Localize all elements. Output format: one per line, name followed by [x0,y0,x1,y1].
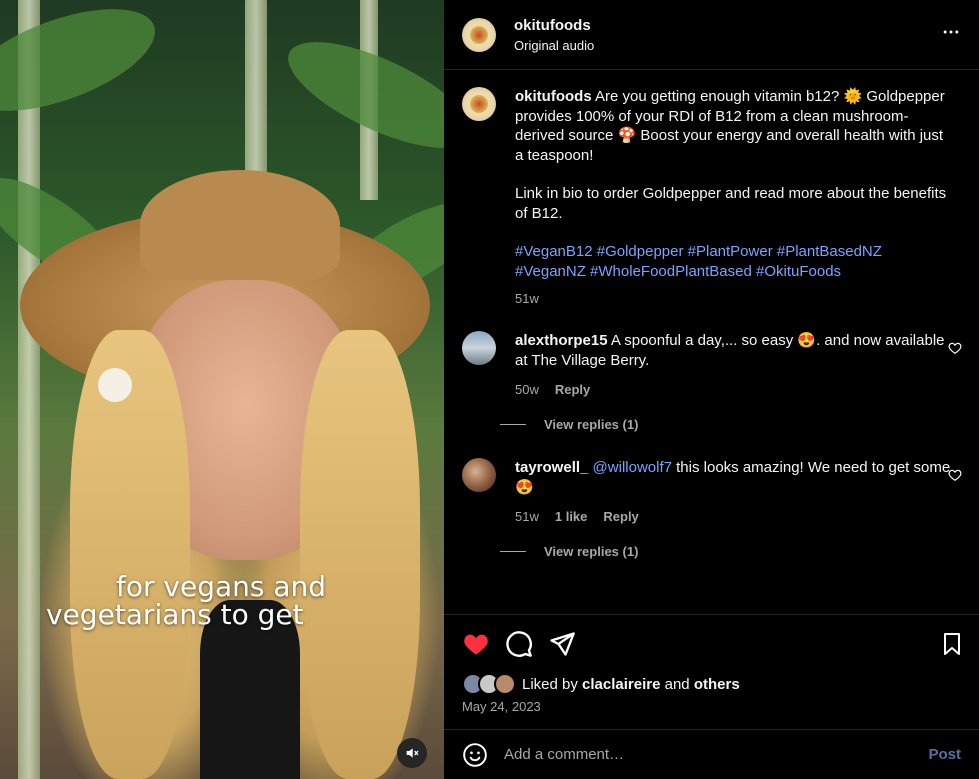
more-options-button[interactable] [941,22,961,45]
reply-button[interactable]: Reply [555,380,590,400]
add-comment-bar: Add a comment… Post [444,729,979,779]
liked-by-others[interactable]: others [694,676,740,693]
reply-button[interactable]: Reply [603,507,638,527]
instagram-post-modal: for vegans and vegetarians to get okituf… [0,0,979,779]
comment-likes[interactable]: 1 like [555,507,588,527]
hair-left [70,330,190,779]
view-replies-label: View replies (1) [544,417,639,432]
video-caption-line-2: vegetarians to get [46,598,304,631]
post-details-panel: okitufoods Original audio okitufoods Are… [444,0,979,779]
author-username[interactable]: okitufoods [514,17,594,34]
like-comment-heart-icon[interactable] [948,468,962,482]
caption-hashtags[interactable]: #VeganB12 #Goldpepper #PlantPower #Plant… [515,242,955,281]
mention-link[interactable]: @willowolf7 [593,459,672,476]
view-replies-button[interactable]: View replies (1) [500,544,638,559]
action-icons [444,615,979,673]
caption-time[interactable]: 51w [515,289,539,309]
view-replies-button[interactable]: View replies (1) [500,417,638,432]
caption-text-2: Link in bio to order Goldpepper and read… [515,185,947,222]
flower [98,368,132,402]
brand-logo [470,95,488,113]
liker-avatars [462,673,516,695]
post-comment-button[interactable]: Post [928,746,961,763]
more-horizontal-icon [943,30,959,34]
like-heart-icon[interactable] [462,630,490,658]
video-player[interactable]: for vegans and vegetarians to get [0,0,444,779]
liker-avatar [494,673,516,695]
speaker-muted-icon [406,748,419,758]
liked-by-user[interactable]: claclaireire [582,676,660,693]
mute-button[interactable] [397,738,427,768]
commenter-avatar[interactable] [462,458,496,492]
divider-line [500,551,526,552]
share-send-icon[interactable] [548,630,576,658]
comments-section[interactable]: okitufoods Are you getting enough vitami… [444,71,979,613]
bookmark-icon[interactable] [940,630,964,658]
view-replies-label: View replies (1) [544,544,639,559]
post-header: okitufoods Original audio [444,0,979,70]
hair-right [300,330,420,779]
emoji-icon[interactable] [462,742,488,768]
comment-username[interactable]: tayrowell_ [515,459,588,476]
comment-bubble-icon[interactable] [505,630,533,658]
audio-label[interactable]: Original audio [514,38,594,53]
commenter-avatar[interactable] [462,331,496,365]
hat-crown [140,170,340,280]
post-actions: Liked by claclaireire and others May 24,… [444,614,979,714]
like-comment-heart-icon[interactable] [948,341,962,355]
post-date[interactable]: May 24, 2023 [462,699,541,714]
comment-username[interactable]: alexthorpe15 [515,332,608,349]
author-avatar[interactable] [462,87,496,121]
bamboo-stalk [18,0,40,779]
liked-by-and: and [664,675,690,693]
comment-input[interactable]: Add a comment… [504,746,928,763]
brand-logo [470,25,488,44]
caption-username[interactable]: okitufoods [515,88,592,105]
comment-time[interactable]: 51w [515,507,539,527]
liked-by[interactable]: Liked by claclaireire and others [462,673,740,695]
divider-line [500,424,526,425]
author-avatar[interactable] [462,17,496,52]
liked-by-prefix: Liked by [522,675,578,693]
comment-time[interactable]: 50w [515,380,539,400]
